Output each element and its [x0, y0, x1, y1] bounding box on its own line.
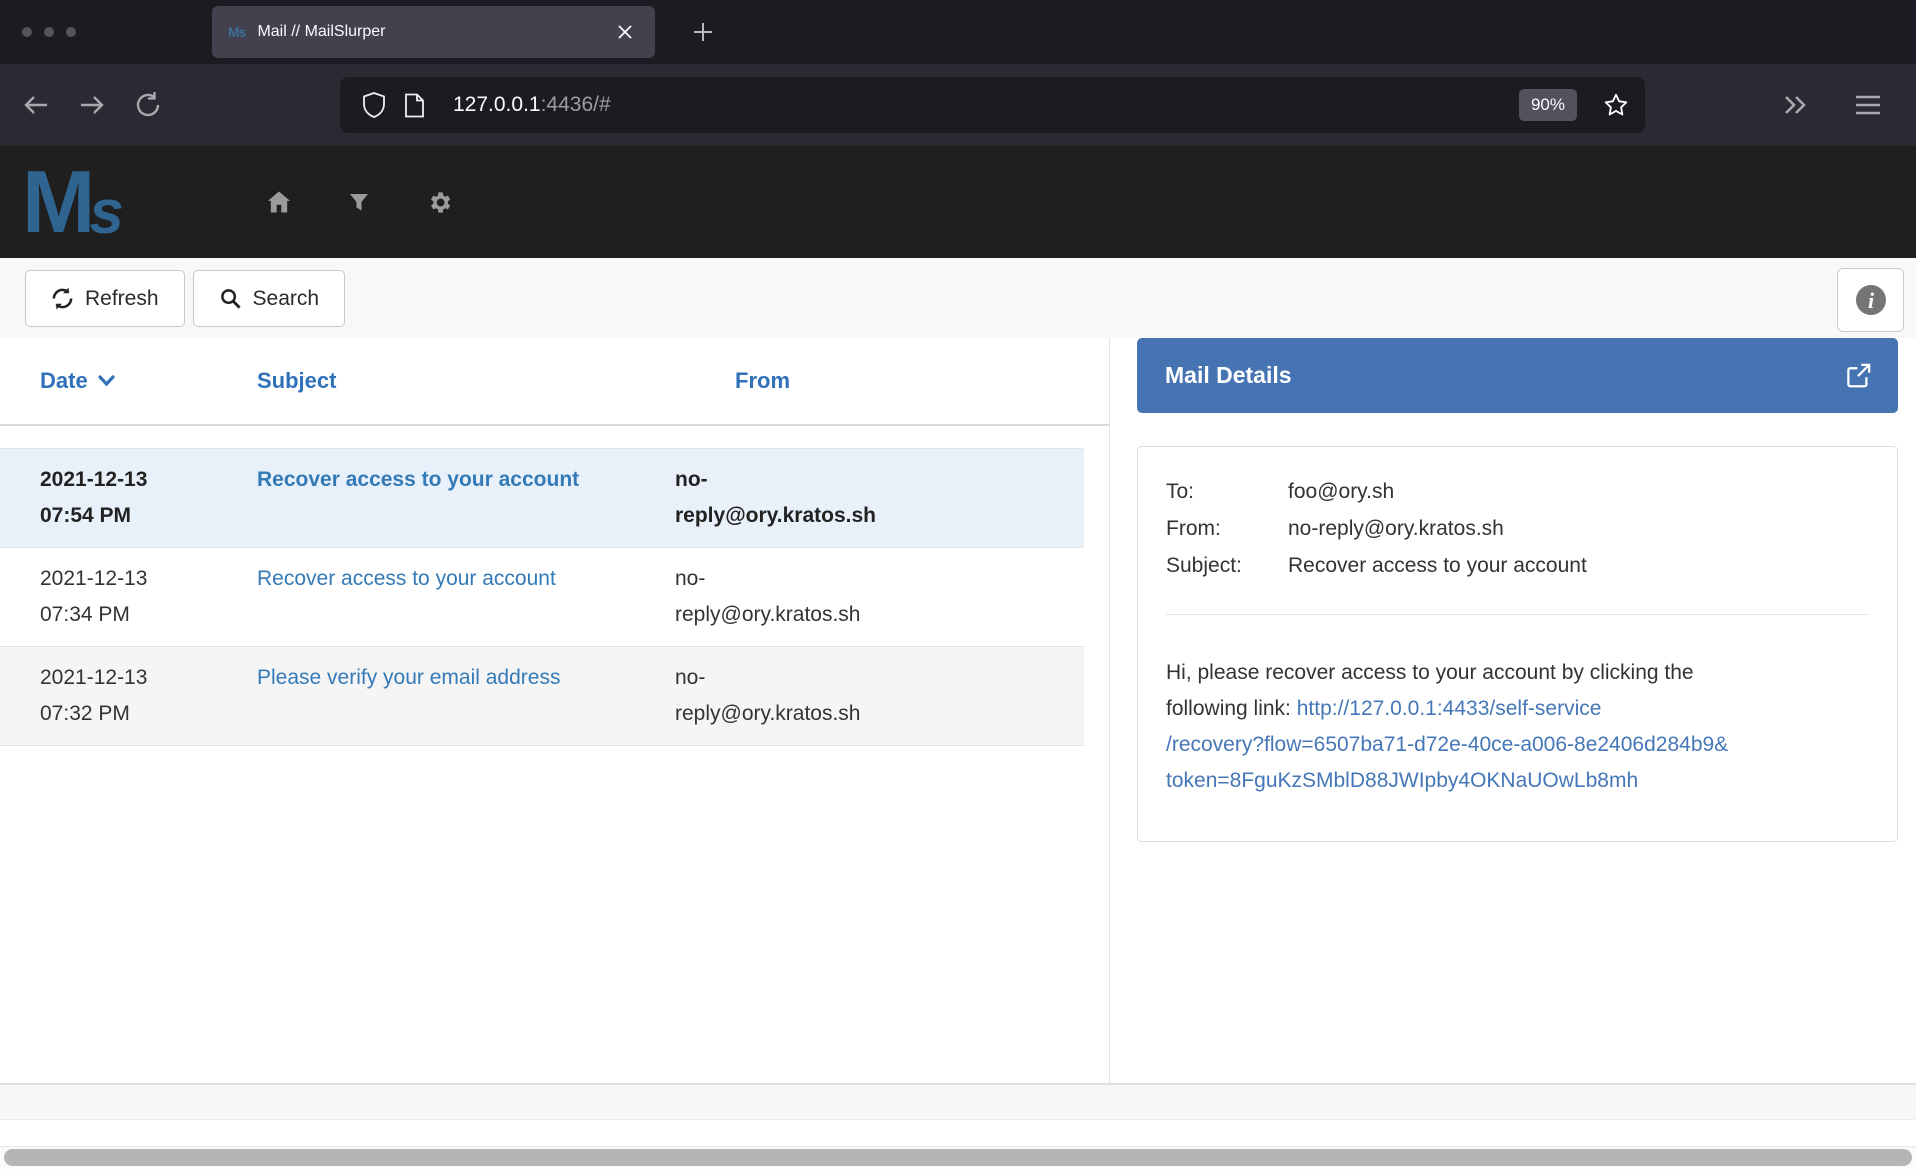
refresh-label: Refresh [85, 287, 159, 311]
search-button[interactable]: Search [193, 270, 346, 327]
field-label: To: [1166, 473, 1288, 510]
footer-gap [0, 1120, 1916, 1146]
mail-list-header: Date Subject From [0, 338, 1109, 426]
mail-body: Hi, please recover access to your accoun… [1166, 655, 1869, 799]
field-value: no-reply@ory.kratos.sh [1288, 510, 1869, 547]
browser-tab[interactable]: Ms Mail // MailSlurper [212, 6, 655, 58]
logo-m: M [22, 160, 91, 244]
mail-details-header: Mail Details [1137, 338, 1898, 413]
field-label: From: [1166, 510, 1288, 547]
window-controls[interactable] [0, 27, 140, 37]
refresh-icon [51, 287, 74, 310]
mail-from: no-reply@ory.kratos.sh [675, 660, 887, 732]
mail-date: 2021-12-13 07:32 PM [0, 660, 230, 732]
column-header-date[interactable]: Date [0, 368, 230, 394]
tab-close-icon[interactable] [611, 18, 639, 46]
shield-icon[interactable] [362, 92, 386, 118]
mail-details-card: To: foo@ory.sh From: no-reply@ory.kratos… [1137, 446, 1898, 842]
mail-rows: 2021-12-13 07:54 PM Recover access to yo… [0, 448, 1084, 746]
mail-row-1[interactable]: 2021-12-13 07:54 PM Recover access to yo… [0, 448, 1084, 547]
zoom-level-badge[interactable]: 90% [1519, 89, 1577, 121]
mail-list-pane: Date Subject From 2021-12-13 07:54 PM Re… [0, 338, 1110, 1083]
info-icon: i [1855, 284, 1887, 316]
logo-s: s [89, 182, 123, 244]
details-divider [1166, 614, 1869, 615]
forward-button[interactable] [72, 85, 112, 125]
main-content: Date Subject From 2021-12-13 07:54 PM Re… [0, 338, 1916, 1085]
window-minimize-dot[interactable] [44, 27, 54, 37]
mail-from: no-reply@ory.kratos.sh [675, 561, 887, 633]
column-header-from[interactable]: From [675, 368, 887, 394]
mailslurper-logo[interactable]: Ms [22, 160, 212, 244]
scrollbar-thumb[interactable] [4, 1149, 1912, 1166]
tab-title: Mail // MailSlurper [257, 23, 611, 41]
column-header-subject[interactable]: Subject [230, 368, 675, 394]
refresh-button[interactable]: Refresh [25, 270, 185, 327]
field-value: foo@ory.sh [1288, 473, 1869, 510]
mail-row-2[interactable]: 2021-12-13 07:34 PM Recover access to yo… [0, 547, 1084, 646]
tab-bar: Ms Mail // MailSlurper [0, 0, 1916, 64]
sort-chevron-down-icon [98, 375, 115, 387]
url-port-path: :4436/# [541, 93, 611, 116]
url-bar[interactable]: 127.0.0.1:4436/# 90% [340, 77, 1645, 133]
info-button[interactable]: i [1837, 268, 1904, 332]
open-external-icon[interactable] [1845, 362, 1872, 389]
filter-funnel-icon[interactable] [344, 187, 374, 217]
navbar-icons [264, 187, 454, 217]
mail-subject-link[interactable]: Please verify your email address [230, 660, 675, 732]
search-icon [219, 287, 242, 310]
field-from: From: no-reply@ory.kratos.sh [1166, 510, 1869, 547]
back-button[interactable] [16, 85, 56, 125]
mailslurper-navbar: Ms [0, 146, 1916, 258]
mail-subject-link[interactable]: Recover access to your account [230, 561, 675, 633]
hamburger-menu-icon[interactable] [1848, 85, 1888, 125]
overflow-chevrons-icon[interactable] [1775, 85, 1815, 125]
svg-text:i: i [1867, 288, 1874, 313]
field-subject: Subject: Recover access to your account [1166, 547, 1869, 584]
mail-subject-link[interactable]: Recover access to your account [230, 462, 675, 534]
home-icon[interactable] [264, 187, 294, 217]
page-info-icon[interactable] [404, 93, 425, 118]
browser-chrome: Ms Mail // MailSlurper 127 [0, 0, 1916, 146]
url-host: 127.0.0.1 [453, 93, 541, 116]
footer-strip [0, 1085, 1916, 1120]
mail-from: no-reply@ory.kratos.sh [675, 462, 887, 534]
url-text[interactable]: 127.0.0.1:4436/# [453, 93, 1519, 117]
settings-gear-icon[interactable] [424, 187, 454, 217]
new-tab-button[interactable] [687, 16, 719, 48]
field-value: Recover access to your account [1288, 547, 1869, 584]
mail-row-3[interactable]: 2021-12-13 07:32 PM Please verify your e… [0, 646, 1084, 746]
app-toolbar: Refresh Search i [0, 258, 1916, 338]
browser-toolbar: 127.0.0.1:4436/# 90% [0, 64, 1916, 146]
search-label: Search [253, 287, 320, 311]
bookmark-star-icon[interactable] [1603, 92, 1629, 118]
mailslurper-favicon-icon: Ms [228, 24, 245, 40]
mail-date: 2021-12-13 07:34 PM [0, 561, 230, 633]
window-close-dot[interactable] [22, 27, 32, 37]
horizontal-scrollbar [0, 1146, 1916, 1169]
window-zoom-dot[interactable] [66, 27, 76, 37]
field-label: Subject: [1166, 547, 1288, 584]
mail-details-title: Mail Details [1165, 362, 1292, 389]
mail-date: 2021-12-13 07:54 PM [0, 462, 230, 534]
field-to: To: foo@ory.sh [1166, 473, 1869, 510]
mail-details-pane: Mail Details To: foo@ory.sh From: no-rep… [1110, 338, 1916, 1083]
reload-button[interactable] [128, 85, 168, 125]
